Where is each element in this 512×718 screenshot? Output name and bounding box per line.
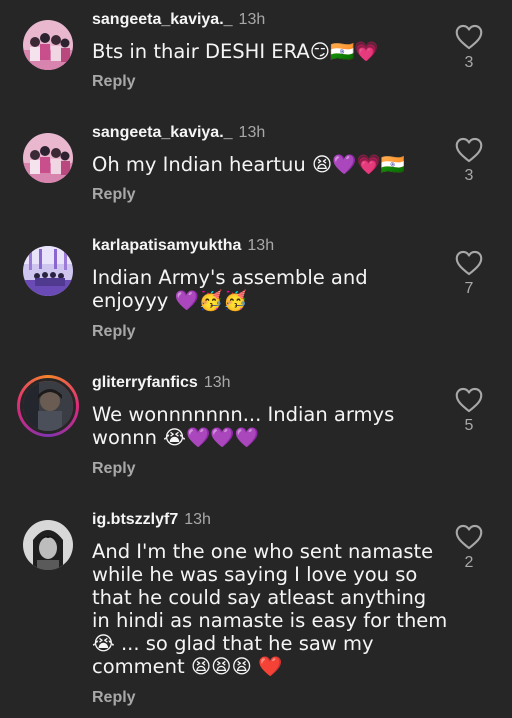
heart-outline-icon (455, 387, 483, 413)
avatar-image (23, 520, 73, 570)
like-button[interactable] (455, 24, 483, 50)
comment-header: karlapatisamyuktha 13h (92, 236, 274, 256)
like-count: 5 (464, 417, 474, 434)
timestamp: 13h (203, 374, 231, 391)
comment-text: We wonnnnnnn... Indian armys wonnn 😭💜💜💜 (92, 403, 395, 449)
heart-outline-icon (455, 137, 483, 163)
timestamp: 13h (238, 124, 266, 141)
avatar-image (23, 20, 73, 70)
avatar-image (23, 246, 73, 296)
avatar[interactable] (23, 246, 73, 296)
avatar[interactable] (23, 20, 73, 70)
avatar-image (23, 381, 73, 431)
comment-text: And I'm the one who sent namaste while h… (92, 540, 448, 678)
like-count: 3 (464, 167, 474, 184)
like-button[interactable] (455, 137, 483, 163)
timestamp: 13h (247, 237, 275, 254)
avatar-story-ring[interactable] (17, 375, 79, 437)
like-count: 7 (464, 280, 474, 297)
avatar-image (23, 133, 73, 183)
comment-text: Bts in thair DESHI ERA😏🇮🇳💗 (92, 40, 379, 63)
reply-button[interactable]: Reply (92, 322, 136, 342)
heart-outline-icon (455, 250, 483, 276)
like-count: 3 (464, 54, 474, 71)
heart-outline-icon (455, 524, 483, 550)
username[interactable]: sangeeta_kaviya._ (92, 11, 233, 28)
timestamp: 13h (238, 11, 266, 28)
comment-text: Oh my Indian heartuu 😫💜💗🇮🇳 (92, 153, 406, 176)
like-button[interactable] (455, 250, 483, 276)
avatar[interactable] (23, 133, 73, 183)
like-button[interactable] (455, 524, 483, 550)
username[interactable]: sangeeta_kaviya._ (92, 124, 233, 141)
reply-button[interactable]: Reply (92, 185, 136, 205)
like-count: 2 (464, 554, 474, 571)
like-button[interactable] (455, 387, 483, 413)
username[interactable]: gliterryfanfics (92, 374, 198, 391)
reply-button[interactable]: Reply (92, 72, 136, 92)
reply-button[interactable]: Reply (92, 688, 136, 708)
reply-button[interactable]: Reply (92, 459, 136, 479)
comment-text: Indian Army's assemble and enjoyyy 💜🥳🥳 (92, 266, 368, 312)
username[interactable]: ig.btszzlyf7 (92, 511, 178, 528)
comment-header: ig.btszzlyf7 13h (92, 510, 211, 530)
timestamp: 13h (184, 511, 211, 528)
comment-header: sangeeta_kaviya._ 13h (92, 123, 265, 143)
avatar[interactable] (23, 520, 73, 570)
comment-header: gliterryfanfics 13h (92, 373, 231, 393)
heart-outline-icon (455, 24, 483, 50)
avatar (20, 378, 76, 434)
comment-header: sangeeta_kaviya._ 13h (92, 10, 265, 30)
username[interactable]: karlapatisamyuktha (92, 237, 241, 254)
